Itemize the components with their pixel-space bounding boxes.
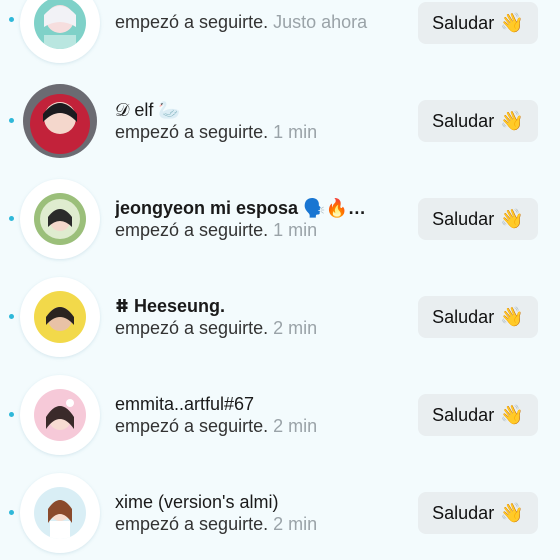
avatar-image — [34, 291, 86, 343]
saludar-button[interactable]: Saludar 👋 — [418, 296, 538, 338]
saludar-button[interactable]: Saludar 👋 — [418, 100, 538, 142]
notification-text: emmita..artful#67 empezó a seguirte. 2 m… — [115, 393, 405, 437]
wave-hand-icon: 👋 — [500, 13, 524, 34]
avatar-image — [34, 389, 86, 441]
avatar[interactable] — [20, 81, 100, 161]
timestamp: 1 min — [273, 220, 318, 240]
avatar[interactable] — [20, 179, 100, 259]
button-label: Saludar — [432, 12, 495, 33]
avatar-image — [34, 193, 86, 245]
saludar-button[interactable]: Saludar 👋 — [418, 394, 538, 436]
activity-line: empezó a seguirte. 2 min — [115, 514, 318, 534]
notification-row[interactable]: ⵌ Heeseung. empezó a seguirte. 2 min Sal… — [0, 268, 560, 366]
notification-row[interactable]: jeongyeon mi esposa 🗣️🔥… empezó a seguir… — [0, 170, 560, 268]
avatar-image — [23, 84, 97, 158]
notification-feed: empezó a seguirte. Justo ahora Saludar 👋… — [0, 0, 560, 560]
activity-line: empezó a seguirte. 1 min — [115, 122, 318, 142]
username[interactable]: ⵌ Heeseung. — [115, 295, 405, 317]
unread-dot — [9, 216, 14, 221]
button-label: Saludar — [432, 404, 495, 425]
button-label: Saludar — [432, 306, 495, 327]
username[interactable]: xime (version's almi) — [115, 491, 405, 513]
unread-dot — [9, 510, 14, 515]
notification-text: empezó a seguirte. Justo ahora — [115, 11, 405, 33]
username[interactable]: emmita..artful#67 — [115, 393, 405, 415]
timestamp: Justo ahora — [273, 12, 368, 32]
avatar-image — [34, 0, 86, 49]
notification-text: xime (version's almi) empezó a seguirte.… — [115, 491, 405, 535]
timestamp: 1 min — [273, 122, 318, 142]
notification-row[interactable]: emmita..artful#67 empezó a seguirte. 2 m… — [0, 366, 560, 464]
avatar[interactable] — [20, 473, 100, 553]
username[interactable]: 𝒟 elf 🦢 — [115, 99, 405, 121]
activity-line: empezó a seguirte. 1 min — [115, 220, 318, 240]
avatar[interactable] — [20, 375, 100, 455]
notification-row[interactable]: xime (version's almi) empezó a seguirte.… — [0, 464, 560, 560]
avatar[interactable] — [20, 277, 100, 357]
notification-text: ⵌ Heeseung. empezó a seguirte. 2 min — [115, 295, 405, 339]
timestamp: 2 min — [273, 514, 318, 534]
wave-hand-icon: 👋 — [500, 111, 524, 132]
wave-hand-icon: 👋 — [500, 503, 524, 524]
wave-hand-icon: 👋 — [500, 307, 524, 328]
saludar-button[interactable]: Saludar 👋 — [418, 2, 538, 44]
notification-text: jeongyeon mi esposa 🗣️🔥… empezó a seguir… — [115, 197, 405, 241]
saludar-button[interactable]: Saludar 👋 — [418, 492, 538, 534]
wave-hand-icon: 👋 — [500, 209, 524, 230]
button-label: Saludar — [432, 208, 495, 229]
activity-line: empezó a seguirte. Justo ahora — [115, 12, 368, 32]
username[interactable]: jeongyeon mi esposa 🗣️🔥… — [115, 197, 405, 219]
activity-line: empezó a seguirte. 2 min — [115, 318, 318, 338]
unread-dot — [9, 17, 14, 22]
notification-row[interactable]: empezó a seguirte. Justo ahora Saludar 👋 — [0, 0, 560, 71]
button-label: Saludar — [432, 110, 495, 131]
button-label: Saludar — [432, 502, 495, 523]
avatar-image — [34, 487, 86, 539]
notification-text: 𝒟 elf 🦢 empezó a seguirte. 1 min — [115, 99, 405, 143]
unread-dot — [9, 412, 14, 417]
saludar-button[interactable]: Saludar 👋 — [418, 198, 538, 240]
unread-dot — [9, 314, 14, 319]
unread-dot — [9, 118, 14, 123]
wave-hand-icon: 👋 — [500, 405, 524, 426]
avatar[interactable] — [20, 0, 100, 63]
timestamp: 2 min — [273, 318, 318, 338]
timestamp: 2 min — [273, 416, 318, 436]
activity-line: empezó a seguirte. 2 min — [115, 416, 318, 436]
notification-row[interactable]: 𝒟 elf 🦢 empezó a seguirte. 1 min Saludar… — [0, 72, 560, 170]
